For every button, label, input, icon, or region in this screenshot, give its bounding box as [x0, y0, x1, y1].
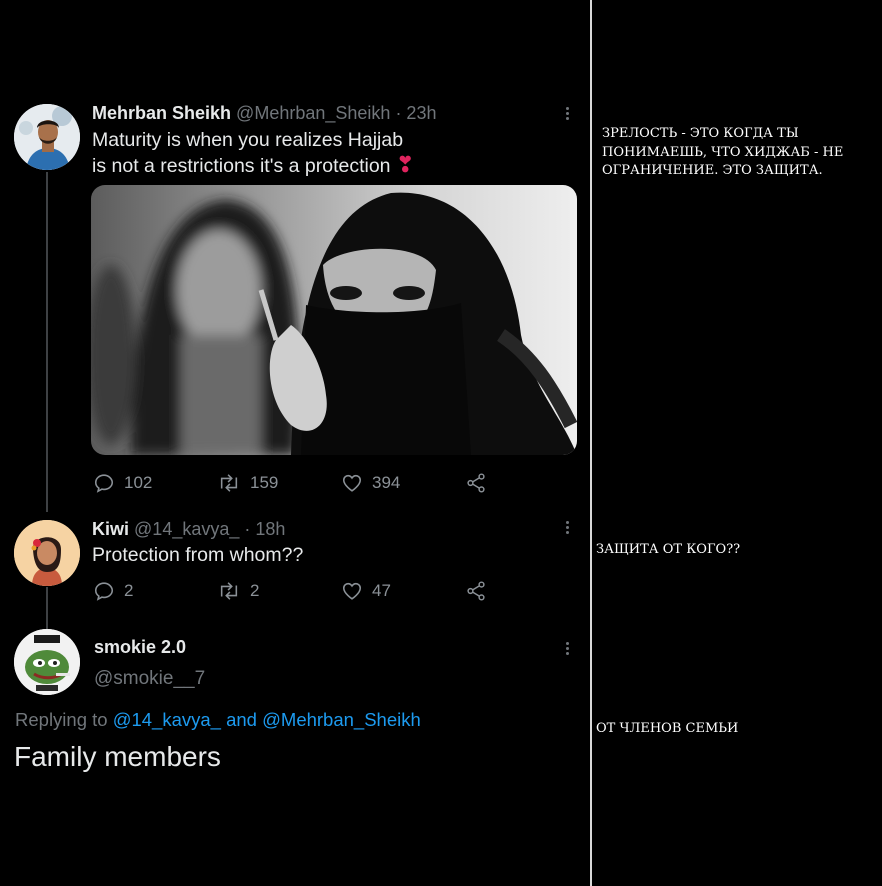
more-icon[interactable] [566, 107, 570, 122]
avatar-kiwi[interactable] [14, 520, 80, 586]
translation-3: ОТ ЧЛЕНОВ СЕМЬИ [596, 721, 739, 736]
like-button[interactable]: 47 [341, 580, 465, 602]
share-button[interactable] [465, 472, 487, 494]
thread-connector [46, 587, 48, 629]
share-button[interactable] [465, 580, 487, 602]
like-icon [342, 582, 362, 600]
tweet-2-text: Protection from whom?? [92, 544, 304, 566]
mention-link[interactable]: @14_kavya_ [113, 709, 221, 730]
tweet-2-actions: 2 2 47 [93, 580, 487, 602]
reply-count: 102 [124, 473, 153, 492]
mention-link[interactable]: @Mehrban_Sheikh [262, 709, 421, 730]
translation-2: ЗАЩИТА ОТ КОГО?? [596, 542, 741, 557]
retweet-count: 159 [250, 473, 279, 492]
reply-icon [94, 474, 114, 493]
tweet-time: · 18h [244, 519, 286, 539]
translation-column: ЗРЕЛОСТЬ - ЭТО КОГДА ТЫ ПОНИМАЕШЬ, ЧТО Х… [592, 0, 882, 886]
tweet-time: · 23h [395, 103, 437, 123]
retweet-count: 2 [250, 581, 260, 600]
retweet-icon [220, 582, 238, 600]
tweet-text-line: Maturity is when you realizes Hajjab [92, 129, 404, 151]
translation-1: ЗРЕЛОСТЬ - ЭТО КОГДА ТЫ ПОНИМАЕШЬ, ЧТО Х… [602, 126, 844, 178]
author-handle[interactable]: @smokie__7 [94, 668, 205, 690]
reply-button[interactable]: 2 [93, 580, 217, 602]
tweet-1-photo[interactable] [91, 185, 577, 455]
like-count: 394 [372, 473, 401, 492]
replying-to: Replying to @14_kavya_ and @Mehrban_Shei… [15, 709, 421, 730]
heart-exclamation-emoji: ❣ [395, 153, 415, 178]
author-handle[interactable]: @Mehrban_Sheikh [236, 103, 390, 123]
share-icon [467, 473, 485, 493]
tweet-1-actions: 102 159 394 [93, 472, 487, 494]
avatar-smokie[interactable] [14, 629, 80, 695]
avatar-mehrban[interactable] [14, 104, 80, 170]
tweet-2-header: Kiwi @14_kavya_ · 18h [92, 519, 285, 540]
retweet-icon [220, 474, 238, 492]
author-name[interactable]: smokie 2.0 [94, 637, 186, 658]
tweet-text-line: is not a restrictions it's a protection … [92, 153, 415, 178]
thread-connector [46, 172, 48, 512]
author-handle[interactable]: @14_kavya_ [134, 519, 239, 539]
retweet-button[interactable]: 2 [217, 580, 341, 602]
more-icon[interactable] [566, 642, 570, 657]
more-icon[interactable] [566, 521, 570, 536]
author-name[interactable]: Kiwi [92, 519, 129, 539]
like-count: 47 [372, 581, 391, 600]
like-icon [342, 474, 362, 492]
reply-count: 2 [124, 581, 134, 600]
tweet-1-header: Mehrban Sheikh @Mehrban_Sheikh · 23h [92, 103, 436, 124]
share-icon [467, 581, 485, 601]
like-button[interactable]: 394 [341, 472, 465, 494]
retweet-button[interactable]: 159 [217, 472, 341, 494]
reply-button[interactable]: 102 [93, 472, 217, 494]
tweet-thread-screenshot: Mehrban Sheikh @Mehrban_Sheikh · 23h Mat… [0, 0, 590, 886]
author-name[interactable]: Mehrban Sheikh [92, 103, 231, 123]
reply-icon [94, 582, 114, 601]
tweet-1-text: Maturity is when you realizes Hajjab is … [92, 128, 414, 179]
tweet-3-text: Family members [14, 741, 221, 772]
